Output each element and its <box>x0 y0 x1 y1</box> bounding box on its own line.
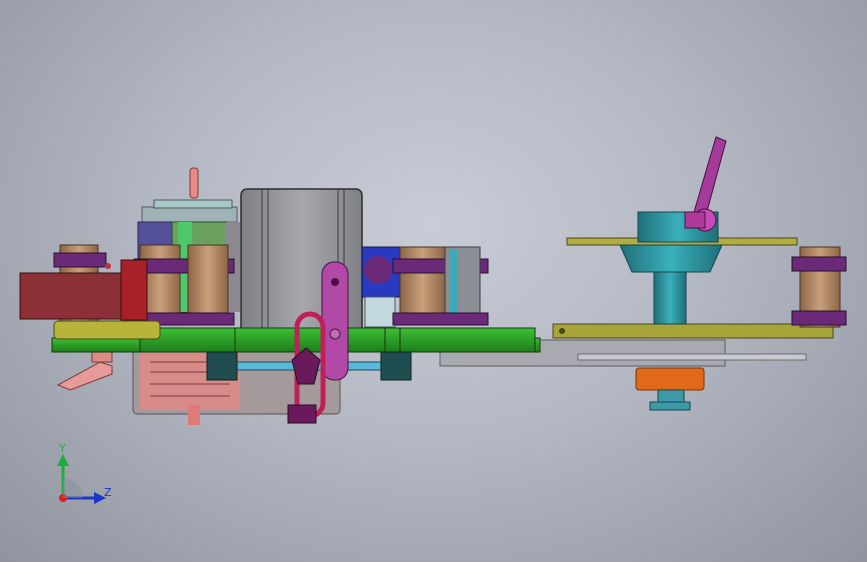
tan-post-mid[interactable] <box>392 246 489 326</box>
orientation-triad: Y Z <box>57 442 112 504</box>
axis-z-label: Z <box>104 486 112 499</box>
yellow-olive-plate-left[interactable] <box>53 320 161 340</box>
left-lever-handle[interactable] <box>56 361 113 391</box>
cad-viewport[interactable]: Y Z <box>0 0 867 562</box>
right-lever[interactable] <box>684 136 727 232</box>
tan-post-right[interactable] <box>791 246 847 328</box>
axis-y-label: Y <box>58 442 66 455</box>
right-olive-plate-lower[interactable] <box>552 323 834 339</box>
assembly-model[interactable]: Y Z <box>0 0 867 562</box>
